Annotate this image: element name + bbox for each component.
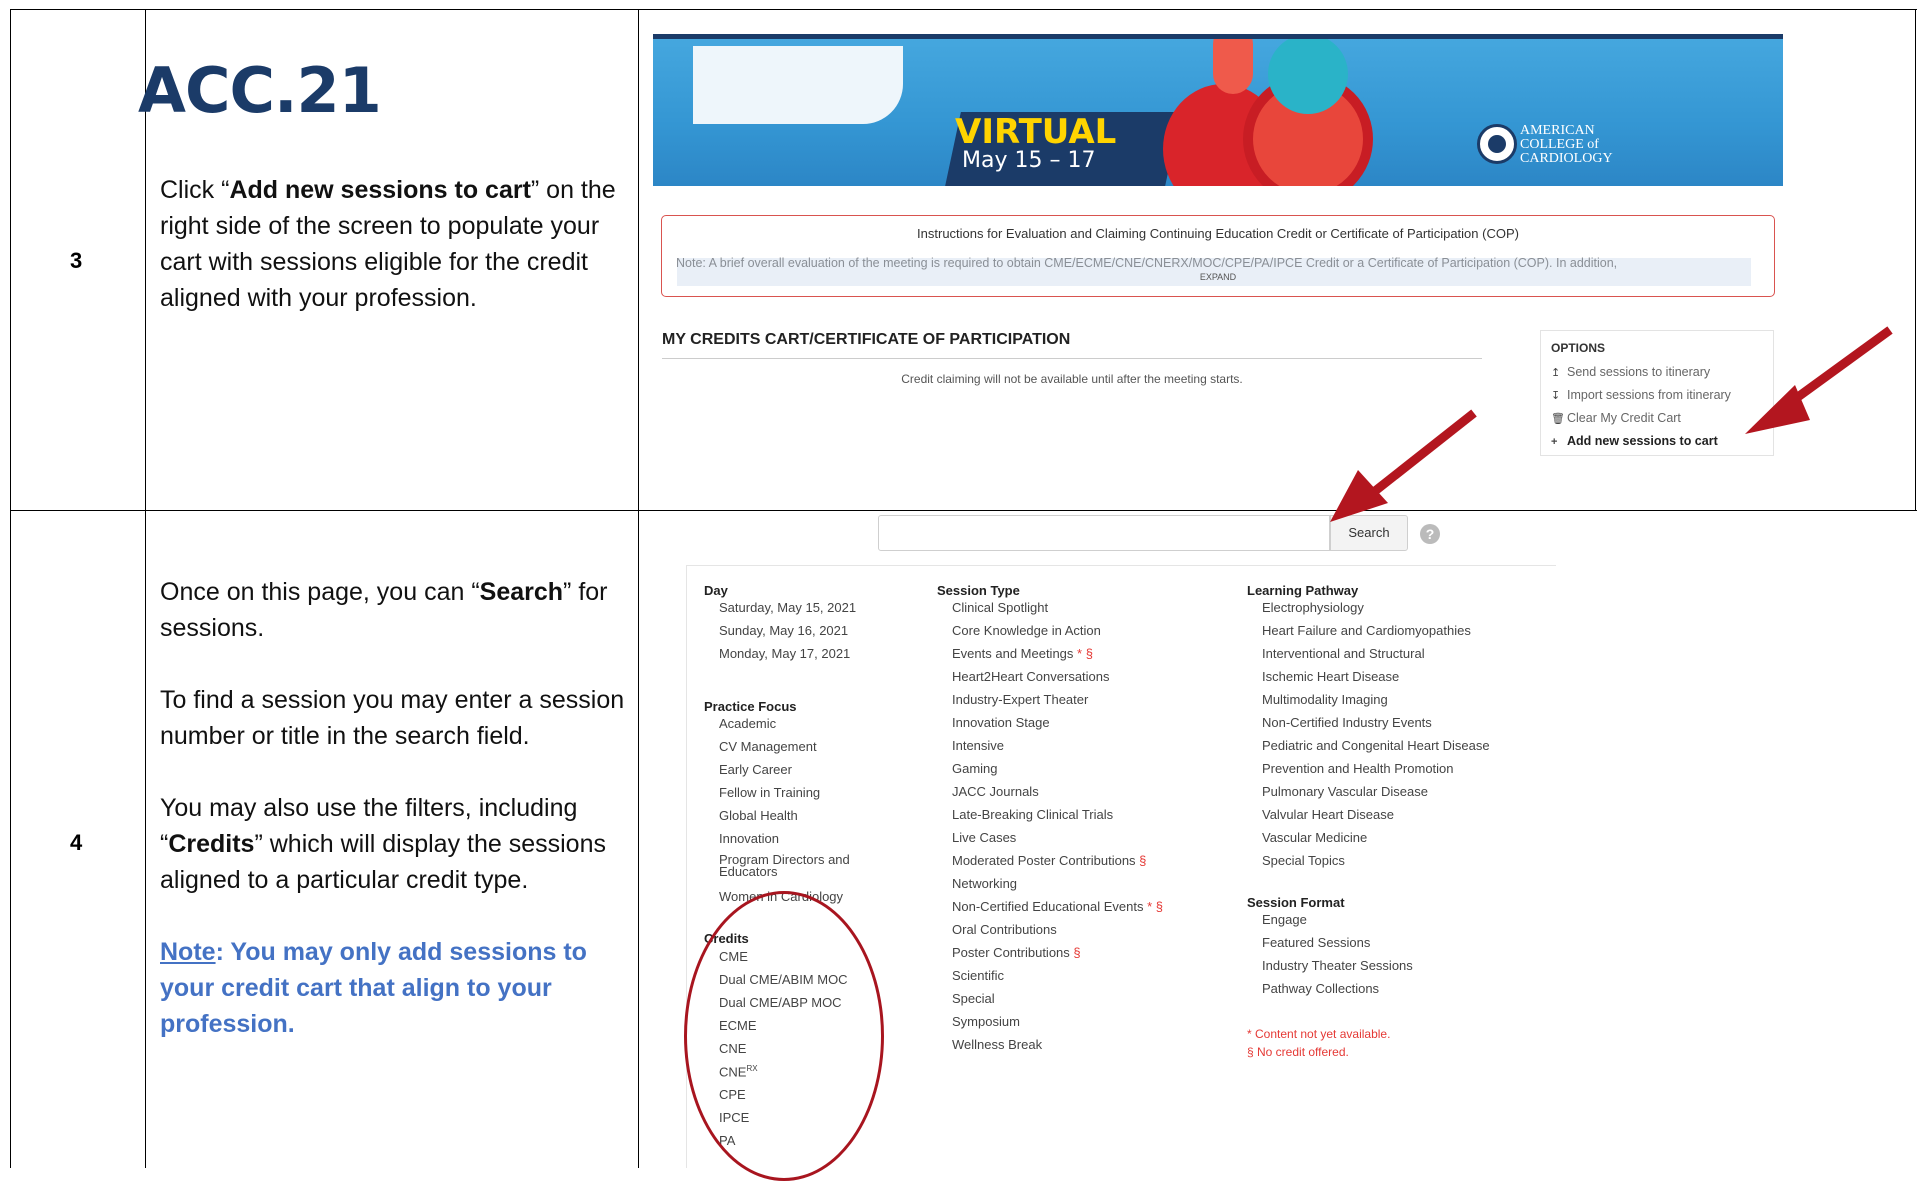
filter-day-item[interactable]: Sunday, May 16, 2021: [719, 623, 848, 638]
filter-session-type-item[interactable]: Live Cases: [952, 830, 1016, 845]
filter-learning-item[interactable]: Ischemic Heart Disease: [1262, 669, 1399, 684]
step-4-instructions: Once on this page, you can “Search” for …: [160, 578, 625, 1038]
table-row-divider: [10, 510, 1917, 511]
instructions-title: Instructions for Evaluation and Claiming…: [917, 226, 1519, 241]
table-col-divider-1: [145, 9, 146, 1168]
filter-divider: [686, 565, 1556, 566]
step-3-instructions: Click “Add new sessions to cart” on the …: [160, 176, 616, 312]
acc-logo-text: AMERICAN COLLEGE of CARDIOLOGY: [1520, 123, 1613, 166]
filter-day-item[interactable]: Monday, May 17, 2021: [719, 646, 850, 661]
filter-session-type-item[interactable]: Wellness Break: [952, 1037, 1042, 1052]
filter-session-type-item[interactable]: Symposium: [952, 1014, 1020, 1029]
filter-practice-item[interactable]: Fellow in Training: [719, 785, 820, 800]
filter-session-type-item[interactable]: Heart2Heart Conversations: [952, 669, 1110, 684]
filter-header-session-format: Session Format: [1247, 895, 1345, 910]
filter-header-session-type: Session Type: [937, 583, 1020, 598]
filter-learning-item[interactable]: Interventional and Structural: [1262, 646, 1425, 661]
legend-no-credit: § No credit offered.: [1247, 1045, 1349, 1059]
filter-session-type-item[interactable]: Industry-Expert Theater: [952, 692, 1088, 707]
filter-session-type-item[interactable]: Clinical Spotlight: [952, 600, 1048, 615]
instructions-note: Note: A brief overall evaluation of the …: [676, 256, 1618, 270]
filter-session-type-item[interactable]: Non-Certified Educational Events * §: [952, 899, 1163, 914]
cart-title: MY CREDITS CART/CERTIFICATE OF PARTICIPA…: [662, 331, 1071, 348]
filter-learning-item[interactable]: Pulmonary Vascular Disease: [1262, 784, 1428, 799]
filter-header-practice: Practice Focus: [704, 699, 797, 714]
filter-practice-item[interactable]: Innovation: [719, 831, 779, 846]
table-border-left: [10, 9, 11, 1168]
filter-header-learning-pathway: Learning Pathway: [1247, 583, 1359, 598]
filter-session-type-item[interactable]: Networking: [952, 876, 1017, 891]
filter-panel-edge: [686, 565, 687, 1168]
filter-session-type-item[interactable]: Events and Meetings * §: [952, 646, 1093, 661]
banner-top-bar: [653, 34, 1783, 39]
filter-session-type-item[interactable]: Gaming: [952, 761, 998, 776]
filter-learning-item[interactable]: Electrophysiology: [1262, 600, 1364, 615]
filter-session-type-item[interactable]: Intensive: [952, 738, 1004, 753]
filter-session-type-item[interactable]: Innovation Stage: [952, 715, 1050, 730]
filter-learning-item[interactable]: Non-Certified Industry Events: [1262, 715, 1432, 730]
table-border-right: [1915, 9, 1916, 510]
credits-highlight-circle: [684, 891, 884, 1181]
filter-practice-item[interactable]: Academic: [719, 716, 776, 731]
banner-title: ACC.21: [138, 54, 382, 127]
acc21-banner: [653, 34, 1783, 186]
cart-divider: [662, 358, 1482, 359]
add-new-sessions-link[interactable]: + Add new sessions to cart: [1551, 434, 1718, 448]
arrow-to-add-sessions-shaft: [1777, 326, 1893, 414]
filter-learning-item[interactable]: Vascular Medicine: [1262, 830, 1367, 845]
filter-day-item[interactable]: Saturday, May 15, 2021: [719, 600, 856, 615]
heart-graphic: [1153, 34, 1373, 186]
filter-format-item[interactable]: Engage: [1262, 912, 1307, 927]
instructions-panel: Instructions for Evaluation and Claiming…: [661, 215, 1775, 297]
legend-not-available: * Content not yet available.: [1247, 1027, 1391, 1041]
filter-practice-item[interactable]: CV Management: [719, 739, 817, 754]
filter-session-type-item[interactable]: Moderated Poster Contributions §: [952, 853, 1146, 868]
filter-format-item[interactable]: Pathway Collections: [1262, 981, 1379, 996]
step-number-3: 3: [70, 248, 83, 273]
filter-learning-item[interactable]: Special Topics: [1262, 853, 1345, 868]
table-col-divider-2: [638, 9, 639, 1168]
filter-session-type-item[interactable]: Special: [952, 991, 995, 1006]
arrow-to-search-shaft: [1367, 409, 1477, 499]
export-icon: ↥: [1551, 367, 1561, 379]
options-header: OPTIONS: [1551, 341, 1606, 355]
plus-icon: +: [1551, 436, 1558, 448]
options-panel: OPTIONS ↥ Send sessions to itinerary ↧ Imp…: [1540, 330, 1774, 456]
expand-link[interactable]: EXPAND: [662, 272, 1774, 282]
filter-learning-item[interactable]: Heart Failure and Cardiomyopathies: [1262, 623, 1471, 638]
filter-learning-item[interactable]: Valvular Heart Disease: [1262, 807, 1394, 822]
banner-virtual: VIRTUAL: [955, 112, 1117, 152]
import-icon: ↧: [1551, 390, 1561, 402]
filter-session-type-item[interactable]: Oral Contributions: [952, 922, 1057, 937]
help-icon[interactable]: ?: [1420, 524, 1440, 544]
search-input[interactable]: [878, 515, 1330, 551]
filter-learning-item[interactable]: Pediatric and Congenital Heart Disease: [1262, 738, 1490, 753]
filter-session-type-item[interactable]: Late-Breaking Clinical Trials: [952, 807, 1113, 822]
banner-dates: May 15 – 17: [962, 148, 1096, 173]
filter-session-type-item[interactable]: Core Knowledge in Action: [952, 623, 1101, 638]
filter-format-item[interactable]: Featured Sessions: [1262, 935, 1370, 950]
filter-session-type-item[interactable]: Poster Contributions §: [952, 945, 1081, 960]
send-to-itinerary-link[interactable]: ↥ Send sessions to itinerary: [1551, 365, 1710, 379]
clear-credit-cart-link[interactable]: 🗑 Clear My Credit Cart: [1551, 411, 1681, 425]
import-from-itinerary-link[interactable]: ↧ Import sessions from itinerary: [1551, 388, 1731, 402]
trash-icon: 🗑: [1551, 413, 1565, 425]
filter-learning-item[interactable]: Prevention and Health Promotion: [1262, 761, 1454, 776]
filter-format-item[interactable]: Industry Theater Sessions: [1262, 958, 1413, 973]
acc-seal-icon: [1477, 124, 1517, 164]
filter-session-type-item[interactable]: JACC Journals: [952, 784, 1039, 799]
filter-learning-item[interactable]: Multimodality Imaging: [1262, 692, 1388, 707]
filter-practice-item[interactable]: Early Career: [719, 762, 792, 777]
cart-message: Credit claiming will not be available un…: [901, 372, 1243, 386]
step-number-4: 4: [70, 830, 83, 855]
table-border-top: [10, 9, 1917, 10]
filter-session-type-item[interactable]: Scientific: [952, 968, 1004, 983]
filter-practice-item[interactable]: Global Health: [719, 808, 798, 823]
filter-practice-item[interactable]: Program Directors and Educators: [719, 853, 879, 878]
search-button[interactable]: Search: [1330, 515, 1408, 551]
banner-title-plate: [693, 46, 903, 124]
filter-header-day: Day: [704, 583, 728, 598]
